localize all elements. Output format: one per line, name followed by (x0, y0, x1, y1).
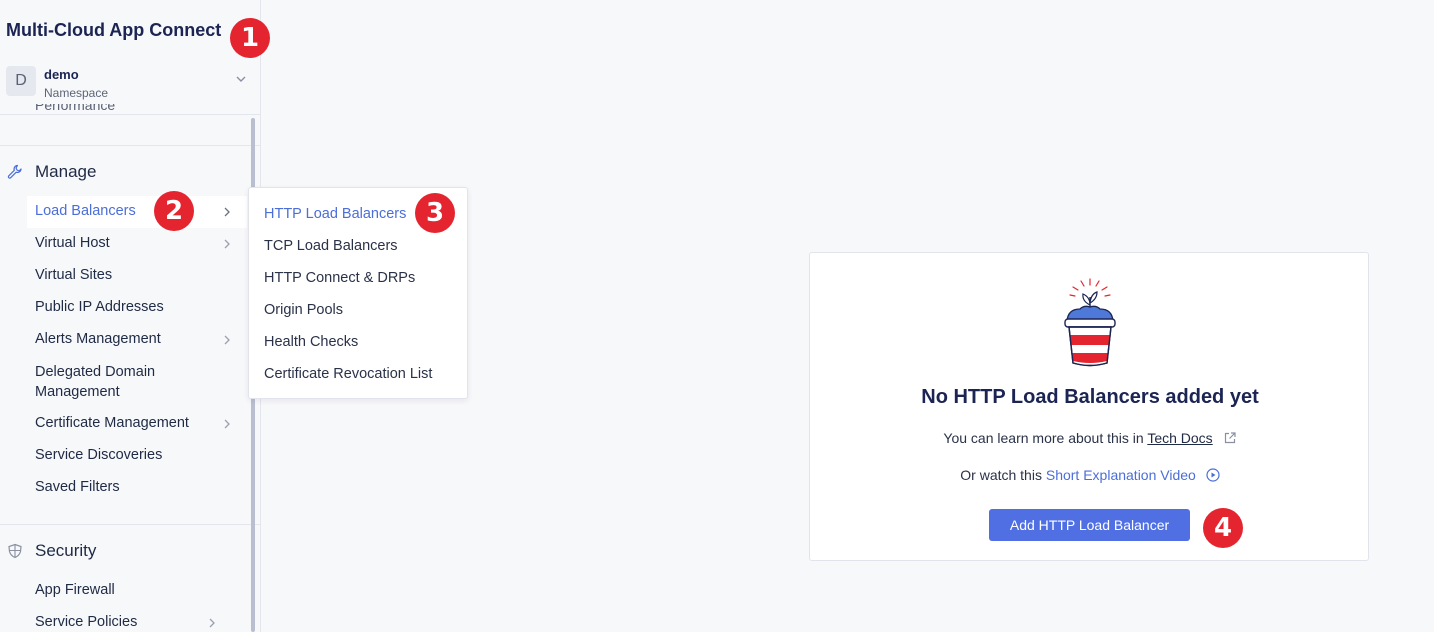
sidebar-item-label: Public IP Addresses (35, 299, 164, 315)
sidebar-item-app-firewall[interactable]: App Firewall (27, 575, 247, 607)
sidebar-item-load-balancers[interactable]: Load Balancers (27, 196, 247, 228)
tech-docs-prefix: You can learn more about this in (943, 430, 1144, 446)
submenu-item-health-checks[interactable]: Health Checks (264, 334, 358, 350)
sidebar-item-service-discoveries[interactable]: Service Discoveries (27, 440, 247, 472)
sidebar-item-public-ip-addresses[interactable]: Public IP Addresses (27, 292, 247, 324)
external-link-icon[interactable] (1223, 431, 1237, 445)
namespace-name: demo (44, 67, 79, 82)
sidebar-item-virtual-sites[interactable]: Virtual Sites (27, 260, 247, 292)
section-manage-label: Manage (35, 162, 97, 181)
sidebar-item-label: Service Policies (35, 614, 138, 630)
add-http-load-balancer-button[interactable]: Add HTTP Load Balancer (989, 509, 1190, 541)
chevron-right-icon (224, 239, 230, 249)
wrench-icon (7, 164, 22, 179)
chevron-right-icon (224, 335, 230, 345)
tech-docs-line: You can learn more about this in Tech Do… (810, 430, 1370, 446)
short-explanation-video-link[interactable]: Short Explanation Video (1046, 467, 1196, 483)
namespace-selector[interactable]: D demo Namespace (6, 66, 256, 100)
namespace-avatar: D (6, 66, 36, 96)
video-prefix: Or watch this (960, 467, 1042, 483)
submenu-item-http-load-balancers[interactable]: HTTP Load Balancers (264, 206, 406, 222)
callout-badge-1: 1 (230, 18, 270, 58)
sidebar-item-label: Saved Filters (35, 479, 120, 495)
plant-pot-illustration (1064, 278, 1116, 367)
section-manage: Manage (0, 157, 250, 187)
namespace-label: Namespace (44, 86, 109, 100)
submenu-item-certificate-revocation-list[interactable]: Certificate Revocation List (264, 366, 432, 382)
sidebar-item-virtual-host[interactable]: Virtual Host (27, 228, 247, 260)
sidebar-item-label: Delegated Domain Management (35, 364, 156, 400)
chevron-right-icon (224, 207, 230, 217)
submenu-item-tcp-load-balancers[interactable]: TCP Load Balancers (264, 238, 398, 254)
sidebar-item-label: Service Discoveries (35, 447, 163, 463)
divider (0, 524, 261, 525)
app-title: Multi-Cloud App Connect (6, 20, 222, 40)
sidebar-item-label: Virtual Host (35, 235, 110, 251)
tech-docs-link[interactable]: Tech Docs (1147, 430, 1212, 446)
sidebar-item-certificate-management[interactable]: Certificate Management (27, 408, 247, 440)
chevron-right-icon (209, 618, 215, 628)
callout-badge-4: 4 (1203, 508, 1243, 548)
divider (0, 145, 261, 146)
submenu-item-origin-pools[interactable]: Origin Pools (264, 302, 343, 318)
sidebar-item-label: App Firewall (35, 582, 115, 598)
callout-badge-3: 3 (415, 193, 455, 233)
video-line: Or watch this Short Explanation Video (810, 467, 1370, 483)
sidebar-item-alerts-management[interactable]: Alerts Management (27, 324, 247, 356)
sidebar-item-label: Load Balancers (35, 203, 136, 219)
chevron-down-icon[interactable] (234, 72, 248, 86)
submenu-item-http-connect-drps[interactable]: HTTP Connect & DRPs (264, 270, 415, 286)
sidebar-item-performance[interactable]: Performance (35, 104, 115, 118)
empty-state-card: No HTTP Load Balancers added yet You can… (809, 252, 1369, 561)
chevron-right-icon (224, 419, 230, 429)
sidebar-item-label: Certificate Management (35, 415, 189, 431)
sidebar: Multi-Cloud App Connect D demo Namespace… (0, 0, 261, 632)
sidebar-item-saved-filters[interactable]: Saved Filters (27, 472, 247, 504)
section-security: Security (0, 536, 250, 566)
sidebar-item-delegated-domain-management[interactable]: Delegated Domain Management (27, 358, 247, 402)
callout-badge-2: 2 (154, 191, 194, 231)
section-security-label: Security (35, 541, 97, 560)
empty-state-title: No HTTP Load Balancers added yet (921, 386, 1259, 408)
sidebar-item-label: Virtual Sites (35, 267, 113, 283)
shield-icon (8, 543, 22, 559)
play-circle-icon[interactable] (1206, 468, 1220, 482)
sidebar-item-label: Alerts Management (35, 331, 161, 347)
sidebar-item-service-policies[interactable]: Service Policies (27, 607, 247, 632)
